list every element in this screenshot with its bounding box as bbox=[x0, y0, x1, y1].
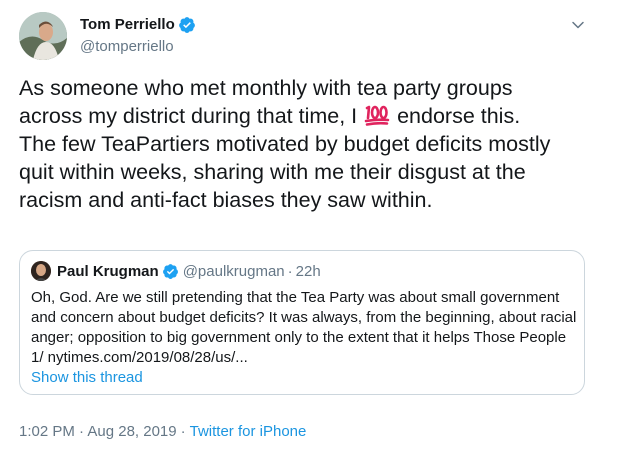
tweet-text: As someone who met monthly with tea part… bbox=[19, 74, 599, 214]
tweet-meta: 1:02 PM · Aug 28, 2019 · Twitter for iPhon… bbox=[19, 423, 306, 440]
tweet-header: Tom Perriello @tomperriello bbox=[19, 10, 599, 60]
quoted-author-avatar bbox=[31, 261, 51, 281]
author-handle[interactable]: @tomperriello bbox=[80, 37, 196, 57]
quoted-author-handle: @paulkrugman bbox=[182, 262, 285, 280]
author-names: Tom Perriello @tomperriello bbox=[80, 15, 196, 57]
tweet-timestamp[interactable]: 1:02 PM · Aug 28, 2019 bbox=[19, 423, 177, 440]
verified-badge-icon bbox=[178, 17, 195, 33]
author-name[interactable]: Tom Perriello bbox=[80, 15, 175, 35]
tweet-source[interactable]: Twitter for iPhone bbox=[190, 423, 307, 440]
quoted-tweet-header: Paul Krugman @paulkrugman · 22h bbox=[31, 261, 321, 281]
quoted-author-name: Paul Krugman bbox=[57, 262, 159, 280]
separator-dot: · bbox=[287, 262, 293, 280]
chevron-down-icon[interactable] bbox=[571, 18, 585, 32]
hundred-points-icon bbox=[364, 105, 390, 126]
quoted-tweet[interactable]: Paul Krugman @paulkrugman · 22h Oh, God.… bbox=[19, 250, 585, 395]
separator-dot: · bbox=[180, 423, 186, 440]
verified-badge-icon bbox=[162, 263, 178, 279]
show-thread-link[interactable]: Show this thread bbox=[31, 369, 143, 386]
quoted-tweet-text: Oh, God. Are we still pretending that th… bbox=[31, 289, 577, 366]
author-avatar[interactable] bbox=[19, 12, 67, 60]
quoted-timestamp[interactable]: 22h bbox=[296, 263, 321, 280]
